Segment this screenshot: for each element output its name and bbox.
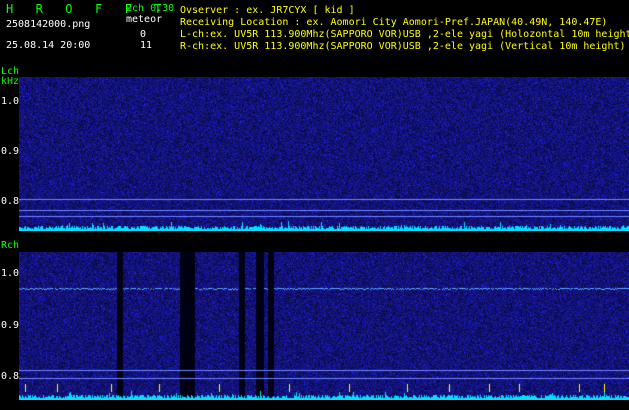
rch-y-tick-label: 1.0 [1,268,20,279]
file-name: 2508142000.png [6,19,91,30]
rch-info-line: R-ch:ex. UV5R 113.900Mhz(SAPPORO VOR)USB… [180,41,626,52]
meteor-count-label: meteor [126,14,163,25]
observer-line: Ovserver : ex. JR7CYX [ kid ] [180,5,355,16]
lch-spectrogram [19,77,629,231]
station-info: Ovserver : ex. JR7CYX [ kid ] Receiving … [180,5,629,53]
rch-y-tick-label: 0.9 [1,320,20,331]
lch-spectrogram-canvas [19,77,629,231]
rch-y-tick-label: 0.8 [1,371,20,382]
lch-y-tick-label: 0.9 [1,146,20,157]
khz-unit-label: kHz [1,76,20,87]
date-time: 25.08.14 20:00 [6,40,91,51]
rch-spectrogram [19,252,629,400]
rch-spectrogram-canvas [19,252,629,400]
rch-label: Rch [1,240,20,251]
lch-meteor-count: 0 [140,29,147,40]
lch-y-tick-label: 1.0 [1,96,20,107]
lch-y-tick-label: 0.8 [1,196,20,207]
lch-info-line: L-ch:ex. UV5R 113.900Mhz(SAPPORO VOR)USB… [180,29,629,40]
location-line: Receiving Location : ex. Aomori City Aom… [180,17,608,28]
rch-meteor-count: 11 [140,40,153,51]
mode-label: 2ch 0.30 [126,3,175,14]
